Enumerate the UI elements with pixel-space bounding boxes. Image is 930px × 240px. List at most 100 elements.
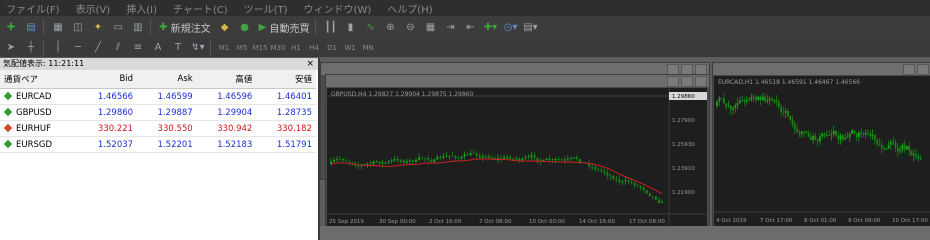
maximize-icon[interactable] <box>917 64 929 75</box>
new-chart-icon[interactable]: ✚ <box>2 18 20 36</box>
timeframe-h1-button[interactable]: H1 <box>288 44 304 52</box>
timeframe-m15-button[interactable]: M15 <box>252 44 268 52</box>
column-header-low[interactable]: 安値 <box>256 70 316 89</box>
maximize-icon[interactable] <box>681 76 693 87</box>
chart-window-eurcad[interactable]: EURCAD,H1 1.46518 1.46591 1.46467 1.4656… <box>712 62 930 232</box>
new-order-button[interactable]: ✚ 新規注文 <box>156 18 214 36</box>
channel-icon[interactable]: ⫽ <box>109 39 127 57</box>
quote-row-gbpusd[interactable]: GBPUSD 1.29860 1.29887 1.29904 1.28735 <box>0 104 316 121</box>
market-watch-icon[interactable]: ▦ <box>49 18 67 36</box>
timeframe-mn-button[interactable]: MN <box>360 44 376 52</box>
candle-body <box>803 131 805 133</box>
trend-line-icon[interactable]: ╱ <box>89 39 107 57</box>
periods-icon[interactable]: ◷▾ <box>501 18 519 36</box>
window-controls <box>665 76 707 87</box>
tester-icon[interactable]: ▥ <box>129 18 147 36</box>
candle-body <box>915 154 918 157</box>
label-icon[interactable]: T <box>169 39 187 57</box>
time-label: 17 Oct 08:00 <box>629 219 665 225</box>
vertical-line-icon[interactable]: │ <box>49 39 67 57</box>
crosshair-icon[interactable]: ┼ <box>22 39 40 57</box>
menu-window[interactable]: ウィンドウ(W) <box>304 1 372 16</box>
cursor-icon[interactable]: ➤ <box>2 39 20 57</box>
menu-file[interactable]: ファイル(F) <box>6 1 60 16</box>
candle-body <box>887 144 890 149</box>
timeframe-m1-button[interactable]: M1 <box>216 44 232 52</box>
column-header-high[interactable]: 高値 <box>196 70 257 89</box>
candle-body <box>789 115 792 120</box>
navigator-icon[interactable]: ✦ <box>89 18 107 36</box>
minimize-icon[interactable] <box>667 76 679 87</box>
candle-body <box>837 135 840 140</box>
candlestick-icon[interactable]: ▮ <box>341 18 359 36</box>
quote-row-eurcad[interactable]: EURCAD 1.46566 1.46599 1.46596 1.46401 <box>0 88 316 105</box>
column-header-bid[interactable]: Bid <box>77 70 138 89</box>
options-icon[interactable]: ● <box>236 18 254 36</box>
candle-body <box>809 136 812 141</box>
profiles-icon[interactable]: ▤ <box>22 18 40 36</box>
minimize-icon[interactable] <box>903 64 915 75</box>
quote-row-eursgd[interactable]: EURSGD 1.52037 1.52201 1.52183 1.51791 <box>0 136 316 153</box>
symbol-cell[interactable]: GBPUSD <box>0 104 78 121</box>
symbol-cell[interactable]: EURCAD <box>0 88 78 105</box>
candle-body <box>536 157 539 161</box>
bar-chart-icon[interactable]: ┃┃ <box>321 18 339 36</box>
candle-body <box>463 154 466 157</box>
menu-insert[interactable]: 挿入(I) <box>126 1 157 16</box>
chart-window-gbpusd[interactable]: GBPUSD,H4 1.29827 1.29904 1.29875 1.2986… <box>325 74 710 232</box>
candle-body <box>527 156 530 158</box>
timeframe-h4-button[interactable]: H4 <box>306 44 322 52</box>
candle-body <box>919 158 922 160</box>
zoom-out-icon[interactable]: ⊖ <box>401 18 419 36</box>
quote-row-eurhuf[interactable]: EURHUF 330.221 330.550 330.942 330.182 <box>0 120 316 137</box>
high-cell: 1.46596 <box>196 88 257 105</box>
candle-body <box>530 155 533 157</box>
chart-shift-icon[interactable]: ⇤ <box>461 18 479 36</box>
menu-view[interactable]: 表示(V) <box>76 1 111 16</box>
candle-body <box>487 155 490 158</box>
metaeditor-icon[interactable]: ◆ <box>216 18 234 36</box>
timeframe-w1-button[interactable]: W1 <box>342 44 358 52</box>
menu-tools[interactable]: ツール(T) <box>244 1 288 16</box>
line-chart-icon[interactable]: ∿ <box>361 18 379 36</box>
candle-body <box>618 179 621 182</box>
candle-body <box>819 136 821 142</box>
candle-body <box>387 161 390 163</box>
timeframe-m30-button[interactable]: M30 <box>270 44 286 52</box>
data-window-icon[interactable]: ◫ <box>69 18 87 36</box>
fibonacci-icon[interactable]: ≡ <box>129 39 147 57</box>
eurcad-chart[interactable]: EURCAD,H1 1.46518 1.46591 1.46467 1.4656… <box>714 76 930 228</box>
auto-scroll-icon[interactable]: ⇥ <box>441 18 459 36</box>
indicators-icon[interactable]: ✚▾ <box>481 18 499 36</box>
terminal-icon[interactable]: ▭ <box>109 18 127 36</box>
time-label: 2 Oct 16:00 <box>429 219 462 225</box>
gbpusd-chart[interactable]: GBPUSD,H4 1.29827 1.29904 1.29875 1.2986… <box>327 88 707 228</box>
horizontal-line-icon[interactable]: ─ <box>69 39 87 57</box>
candle-body <box>894 143 897 148</box>
candle-body <box>518 158 521 161</box>
timeframe-d1-button[interactable]: D1 <box>324 44 340 52</box>
zoom-in-icon[interactable]: ⊕ <box>381 18 399 36</box>
candle-body <box>393 158 396 161</box>
candle-body <box>606 172 609 176</box>
candle-body <box>609 175 612 177</box>
close-icon[interactable]: × <box>306 58 314 70</box>
auto-trading-button[interactable]: ▶ 自動売買 <box>256 18 313 36</box>
text-icon[interactable]: A <box>149 39 167 57</box>
arrows-icon[interactable]: ↯▾ <box>189 39 207 57</box>
candle-body <box>366 163 369 165</box>
chart-plot-eurcad[interactable]: EURCAD,H1 1.46518 1.46591 1.46467 1.4656… <box>714 76 930 228</box>
close-icon[interactable] <box>695 76 707 87</box>
menu-help[interactable]: ヘルプ(H) <box>387 1 432 16</box>
menu-chart[interactable]: チャート(C) <box>173 1 228 16</box>
templates-icon[interactable]: ▤▾ <box>521 18 539 36</box>
symbol-cell[interactable]: EURSGD <box>0 136 78 153</box>
candle-body <box>490 157 493 159</box>
column-header-symbol[interactable]: 通貨ペア <box>0 70 78 89</box>
chart-plot-gbpusd[interactable]: GBPUSD,H4 1.29827 1.29904 1.29875 1.2986… <box>327 88 707 228</box>
candle-body <box>906 145 908 150</box>
timeframe-m5-button[interactable]: M5 <box>234 44 250 52</box>
column-header-ask[interactable]: Ask <box>137 70 197 89</box>
tile-windows-icon[interactable]: ▦ <box>421 18 439 36</box>
symbol-cell[interactable]: EURHUF <box>0 120 78 137</box>
